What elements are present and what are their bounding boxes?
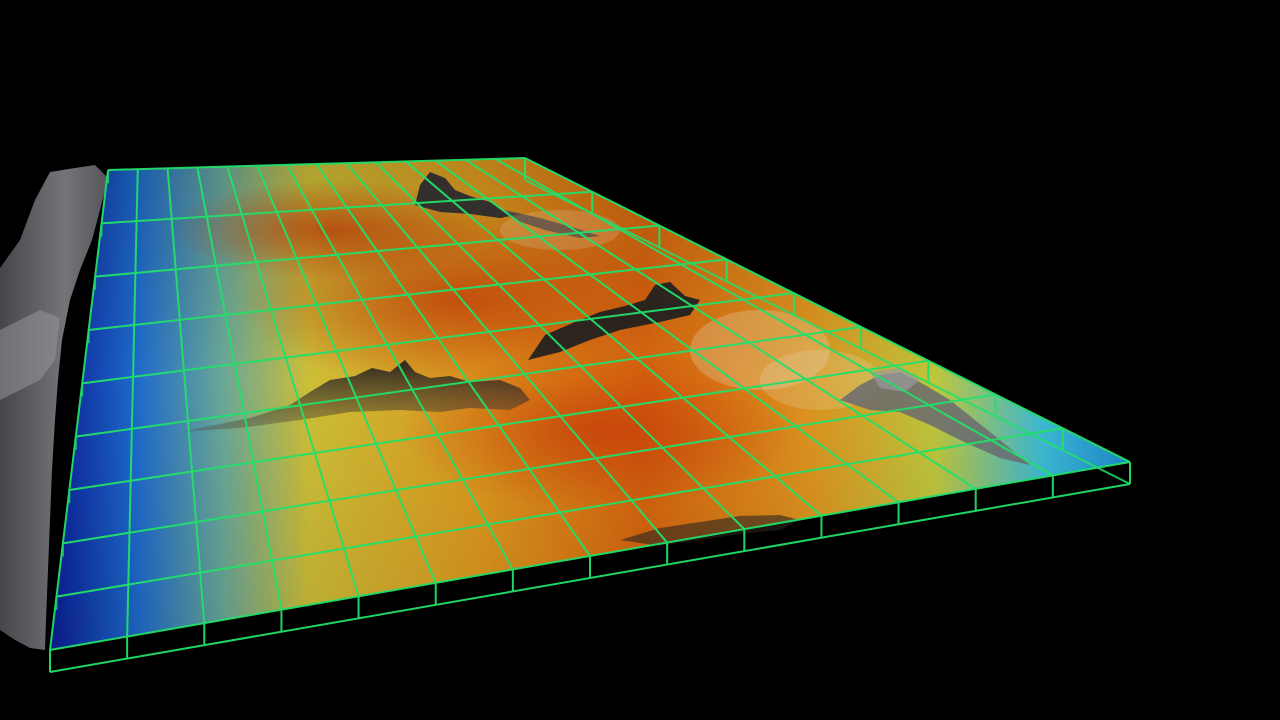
render-viewport[interactable] [0,0,1280,720]
volume-scene [0,157,1131,673]
